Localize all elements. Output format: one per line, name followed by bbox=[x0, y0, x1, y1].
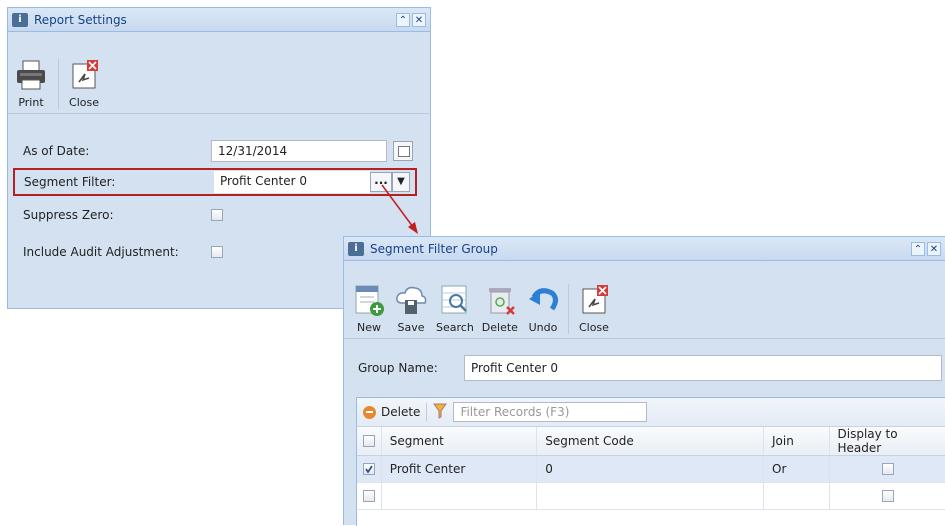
undo-button[interactable]: Undo bbox=[526, 283, 560, 334]
group-name-label: Group Name: bbox=[358, 361, 464, 375]
grid-toolbar-divider bbox=[426, 403, 427, 421]
undo-icon bbox=[526, 283, 560, 317]
segment-code-cell[interactable] bbox=[537, 483, 764, 509]
undo-label: Undo bbox=[529, 321, 558, 334]
segment-toolbar: New Save bbox=[344, 261, 945, 339]
grid-header-row: Segment Segment Code Join Display to Hea… bbox=[357, 427, 945, 456]
close-button[interactable]: Close bbox=[577, 283, 611, 334]
close-window-icon[interactable]: ✕ bbox=[927, 242, 941, 256]
save-cloud-icon bbox=[394, 283, 428, 317]
filter-records-input[interactable]: Filter Records (F3) bbox=[453, 402, 647, 422]
row-select-checkbox[interactable] bbox=[363, 490, 375, 502]
segment-filter-group-window: i Segment Filter Group ⌃ ✕ New bbox=[343, 236, 945, 525]
segment-code-cell[interactable]: 0 bbox=[537, 456, 764, 482]
group-name-input[interactable]: Profit Center 0 bbox=[464, 355, 942, 381]
grid-delete-button[interactable]: Delete bbox=[363, 405, 420, 419]
group-name-row: Group Name: Profit Center 0 bbox=[358, 355, 942, 381]
join-cell[interactable] bbox=[764, 483, 829, 509]
column-header-segment[interactable]: Segment bbox=[382, 427, 537, 455]
row-select-cell bbox=[357, 456, 382, 482]
display-to-header-cell bbox=[830, 456, 945, 482]
trash-icon bbox=[483, 283, 517, 317]
select-all-checkbox[interactable] bbox=[363, 435, 375, 447]
join-cell[interactable]: Or bbox=[764, 456, 829, 482]
search-icon bbox=[438, 283, 472, 317]
table-row[interactable]: Profit Center 0 Or bbox=[357, 456, 945, 483]
remove-icon bbox=[363, 406, 376, 419]
row-select-checkbox[interactable] bbox=[363, 463, 375, 475]
new-label: New bbox=[357, 321, 381, 334]
delete-label: Delete bbox=[482, 321, 518, 334]
search-label: Search bbox=[436, 321, 474, 334]
close-doc-icon bbox=[577, 283, 611, 317]
delete-button[interactable]: Delete bbox=[482, 283, 518, 334]
grid-delete-label: Delete bbox=[381, 405, 420, 419]
column-header-display-to-header[interactable]: Display to Header bbox=[830, 427, 945, 455]
display-to-header-cell bbox=[830, 483, 945, 509]
display-to-header-checkbox[interactable] bbox=[882, 463, 894, 475]
display-to-header-checkbox[interactable] bbox=[882, 490, 894, 502]
grid-toolbar: Delete Filter Records (F3) bbox=[357, 398, 945, 427]
column-header-segment-code[interactable]: Segment Code bbox=[537, 427, 764, 455]
close-label: Close bbox=[579, 321, 609, 334]
segment-grid: Delete Filter Records (F3) Segment Segme… bbox=[356, 397, 945, 526]
search-button[interactable]: Search bbox=[436, 283, 474, 334]
new-button[interactable]: New bbox=[352, 283, 386, 334]
window-info-icon: i bbox=[348, 242, 364, 256]
filter-icon bbox=[433, 403, 447, 422]
window-title: Segment Filter Group bbox=[370, 242, 909, 256]
select-all-cell bbox=[357, 427, 382, 455]
segment-cell[interactable] bbox=[382, 483, 537, 509]
toolbar-divider bbox=[568, 284, 569, 334]
table-row[interactable] bbox=[357, 483, 945, 510]
segment-cell[interactable]: Profit Center bbox=[382, 456, 537, 482]
save-label: Save bbox=[397, 321, 424, 334]
collapse-icon[interactable]: ⌃ bbox=[911, 242, 925, 256]
column-header-join[interactable]: Join bbox=[764, 427, 829, 455]
save-button[interactable]: Save bbox=[394, 283, 428, 334]
new-record-icon bbox=[352, 283, 386, 317]
row-select-cell bbox=[357, 483, 382, 509]
segment-filter-titlebar[interactable]: i Segment Filter Group ⌃ ✕ bbox=[344, 237, 945, 261]
